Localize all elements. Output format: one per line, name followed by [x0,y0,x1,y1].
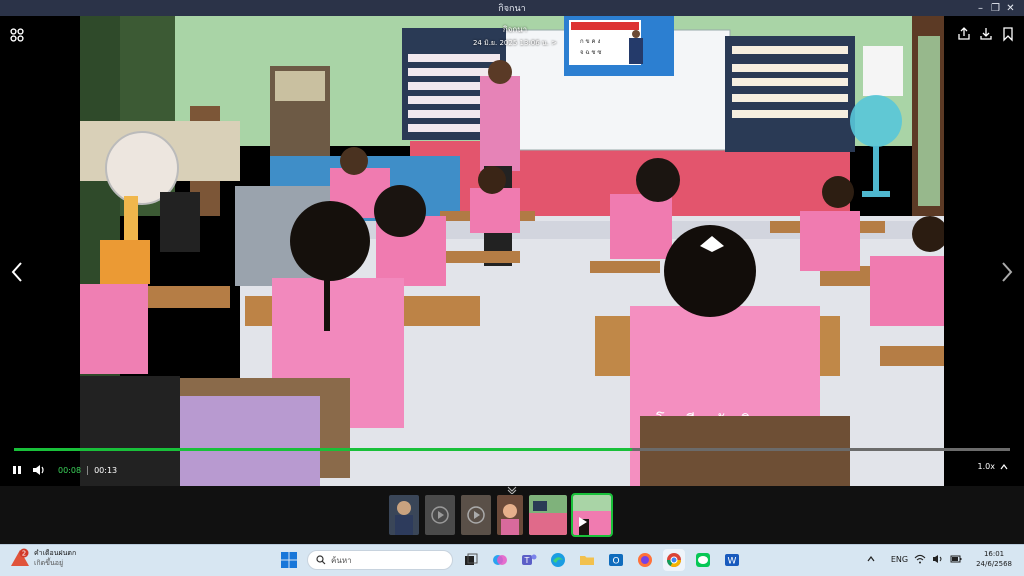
pause-icon[interactable] [12,465,22,475]
classroom-video-frame[interactable]: ก ข ค ง จ ฉ ช ซ [80,16,944,486]
chrome-button[interactable] [663,549,685,571]
language-indicator[interactable]: ENG [891,555,908,564]
weather-title: คำเตือนฝนตก [34,549,77,557]
title-bar: กิจกนา – ❐ ✕ [0,0,1024,16]
task-view-button[interactable] [460,549,482,571]
chevron-up-icon [1000,463,1008,469]
thumbnail-4[interactable] [497,495,523,535]
chevron-down-icon[interactable] [506,486,518,494]
date-chevron-icon: > [551,39,558,47]
thumbnail-current[interactable] [571,493,613,537]
weather-badge: 2 [22,550,26,558]
weather-subtitle: เกิดขึ้นอยู่ [34,559,64,567]
time-divider [87,465,89,475]
photo-viewer-window: กิจกนา – ❐ ✕ ก ข ค ง จ ฉ ช ซ กิจกนา 24 ม… [0,0,1024,576]
volume-icon[interactable] [32,464,46,476]
line-button[interactable] [692,549,714,571]
task-view-icon [465,553,478,565]
previous-arrow-icon[interactable] [8,260,26,284]
copilot-button[interactable] [489,549,511,571]
copilot-icon [493,555,507,565]
total-time: 00:13 [94,465,118,475]
weather-alert-icon: 2 [11,548,29,566]
edge-button[interactable] [547,549,569,571]
line-icon [696,553,710,567]
taskbar-search[interactable]: ค้นหา [307,550,453,570]
next-arrow-icon[interactable] [998,260,1016,284]
svg-text:W: W [728,557,737,567]
close-button[interactable]: ✕ [1003,0,1018,16]
playback-speed-label: 1.0x [977,462,995,471]
playback-speed[interactable]: 1.0x [978,462,1008,471]
windows-logo-icon [281,552,297,568]
chevron-up-icon[interactable] [867,556,875,562]
bookmark-icon[interactable] [1000,26,1016,42]
window-title: กิจกนา [498,4,526,14]
word-button[interactable]: W [721,549,743,571]
thumbnail-5[interactable] [529,495,567,535]
media-title: กิจกนา [502,25,528,34]
grid-view-icon[interactable] [10,28,24,42]
outlook-icon: O [609,554,623,567]
media-header: กิจกนา 24 มิ.ย. 2025 13:06 น. > [440,23,590,49]
tv-text-row-2: จ ฉ ช ซ [580,49,601,56]
wifi-icon[interactable] [914,554,926,564]
playback-controls: 00:08 00:13 [12,462,117,478]
current-time: 00:08 [58,465,82,475]
video-timeline[interactable] [14,448,1010,451]
clock-date: 24/6/2568 [976,560,1012,568]
search-icon [316,555,326,565]
thumbnail-1[interactable] [389,495,419,535]
filmstrip [0,486,1024,544]
folder-icon [580,556,594,565]
firefox-button[interactable] [634,549,656,571]
file-explorer-button[interactable] [576,549,598,571]
download-icon[interactable] [978,26,994,42]
svg-text:T: T [524,556,530,565]
firefox-icon [638,553,652,567]
clock-time: 16:01 [983,550,1005,558]
teams-button[interactable]: T [518,549,540,571]
media-date[interactable]: 24 มิ.ย. 2025 13:06 น. > [440,38,590,49]
media-viewer: ก ข ค ง จ ฉ ช ซ กิจกนา 24 มิ.ย. 2025 13:… [0,16,1024,486]
edge-icon [551,553,565,567]
thumbnail-3[interactable] [461,495,491,535]
word-icon: W [725,554,739,567]
thumbnail-2[interactable] [425,495,455,535]
system-tray: ENG 16:01 24/6/2568 [867,549,1012,569]
start-button[interactable] [278,549,300,571]
chrome-icon [667,553,681,567]
share-icon[interactable] [956,26,972,42]
windows-taskbar: 2 คำเตือนฝนตก เกิดขึ้นอยู่ ค้นหา T O W E… [0,544,1024,576]
timeline-progress [14,448,632,451]
media-date-text: 24 มิ.ย. 2025 13:06 น. [472,39,549,47]
clock[interactable]: 16:01 24/6/2568 [976,549,1012,569]
teams-icon: T [522,554,537,565]
svg-text:O: O [612,557,619,567]
minimize-button[interactable]: – [973,0,988,16]
speaker-icon[interactable] [932,554,944,564]
outlook-button[interactable]: O [605,549,627,571]
search-placeholder: ค้นหา [331,555,352,565]
weather-widget[interactable]: 2 คำเตือนฝนตก เกิดขึ้นอยู่ [10,548,76,568]
battery-icon[interactable] [950,554,962,564]
restore-button[interactable]: ❐ [988,0,1003,16]
